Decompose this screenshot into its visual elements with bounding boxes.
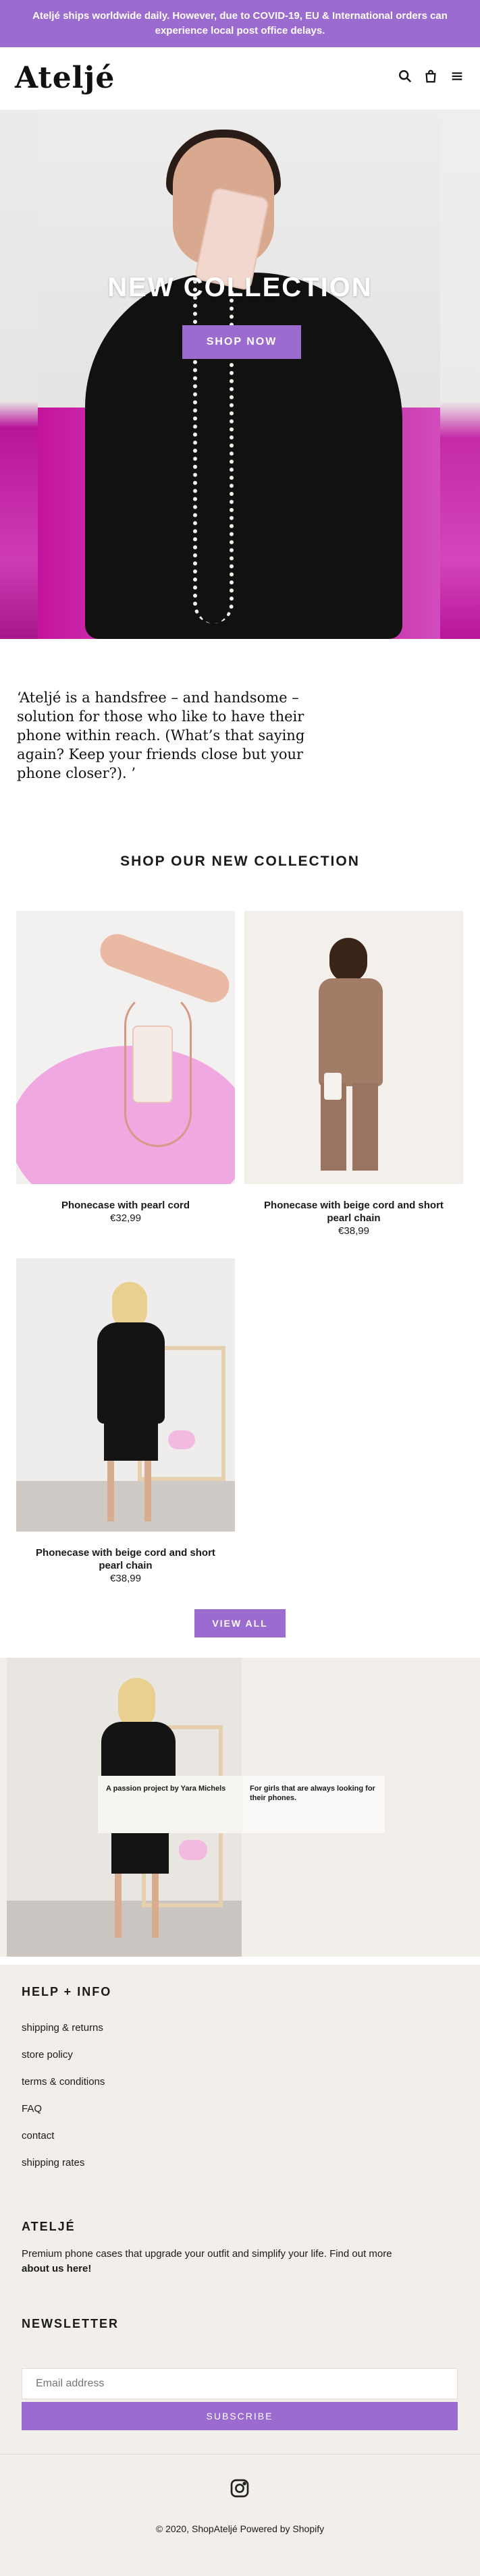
collection-title: SHOP OUR NEW COLLECTION <box>120 853 360 869</box>
product-image[interactable] <box>244 911 463 1184</box>
feature-card-project: A passion project by Yara Michels <box>98 1776 243 1833</box>
announcement-bar: Ateljé ships worldwide daily. However, d… <box>0 0 480 47</box>
footer-link-faq[interactable]: FAQ <box>22 2103 42 2115</box>
subscribe-button[interactable]: SUBSCRIBE <box>22 2402 458 2430</box>
product-price: €32,99 <box>110 1212 141 1224</box>
footer-newsletter-title: NEWSLETTER <box>22 2317 119 2330</box>
intro-text: ‘Ateljé is a handsfree – and handsome – … <box>17 690 305 781</box>
shop-now-button[interactable]: SHOP NOW <box>182 325 301 359</box>
product-name[interactable]: Phonecase with beige cord and short pear… <box>16 1546 235 1572</box>
footer-link-shipping-rates[interactable]: shipping rates <box>22 2157 84 2168</box>
instagram-icon[interactable] <box>229 2477 250 2499</box>
product-card[interactable]: Phonecase with beige cord and short pear… <box>16 1258 235 1585</box>
about-us-link[interactable]: about us here! <box>22 2263 91 2274</box>
feature-section: A passion project by Yara Michels For gi… <box>0 1658 480 1957</box>
search-icon[interactable] <box>395 66 415 86</box>
site-logo[interactable]: Ateljé <box>15 61 115 95</box>
product-image[interactable] <box>16 911 235 1184</box>
footer-help-title: HELP + INFO <box>22 1985 112 1998</box>
hero-banner: NEW COLLECTION SHOP NOW <box>0 111 480 639</box>
product-name[interactable]: Phonecase with beige cord and short pear… <box>244 1199 463 1225</box>
hero-title: NEW COLLECTION <box>107 273 373 302</box>
product-card[interactable]: Phonecase with beige cord and short pear… <box>244 911 463 1237</box>
site-footer: HELP + INFO shipping & returns store pol… <box>0 1965 480 2576</box>
site-header: Ateljé <box>0 47 480 111</box>
footer-about-text: Premium phone cases that upgrade your ou… <box>22 2247 460 2276</box>
product-price: €38,99 <box>338 1225 369 1237</box>
footer-link-terms[interactable]: terms & conditions <box>22 2076 105 2088</box>
footer-divider <box>0 2454 480 2455</box>
email-field[interactable] <box>22 2368 458 2399</box>
copyright: © 2020, ShopAteljé Powered by Shopify <box>155 2523 325 2534</box>
footer-about-description: Premium phone cases that upgrade your ou… <box>22 2248 392 2260</box>
hero-slide-next-image <box>440 111 480 639</box>
view-all-button[interactable]: VIEW ALL <box>194 1609 286 1637</box>
product-name[interactable]: Phonecase with pearl cord <box>16 1199 235 1212</box>
product-image[interactable] <box>16 1258 235 1532</box>
cart-icon[interactable] <box>421 66 441 86</box>
footer-link-shipping-returns[interactable]: shipping & returns <box>22 2022 103 2034</box>
hero-slide-prev-image <box>0 111 38 639</box>
footer-link-store-policy[interactable]: store policy <box>22 2049 73 2061</box>
product-price: €38,99 <box>110 1573 141 1584</box>
footer-about-title: ATELJÉ <box>22 2220 76 2233</box>
hero-image <box>38 111 440 639</box>
footer-link-contact[interactable]: contact <box>22 2130 54 2141</box>
product-card[interactable]: Phonecase with pearl cord €32,99 <box>16 911 235 1225</box>
feature-card-tagline: For girls that are always looking for th… <box>243 1776 385 1833</box>
menu-icon[interactable] <box>447 66 467 86</box>
